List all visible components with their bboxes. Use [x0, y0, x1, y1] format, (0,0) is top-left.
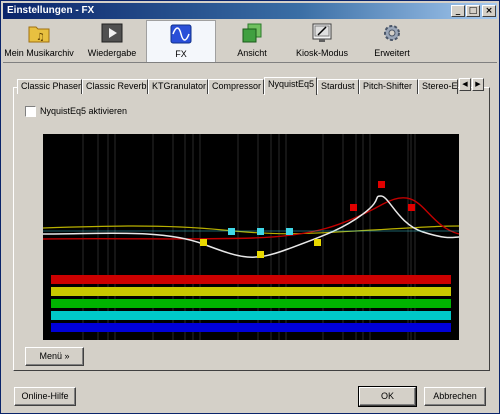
eq-band-blue [51, 323, 451, 332]
tab-classic-reverb[interactable]: Classic Reverb [82, 79, 148, 94]
tab-stardust[interactable]: Stardust [317, 79, 359, 94]
tab-compressor[interactable]: Compressor [208, 79, 264, 94]
toolbar-label: Wiedergabe [87, 48, 137, 58]
playback-icon [101, 23, 123, 43]
settings-window: Einstellungen - FX _ □ × ♫ Mein Musikarc… [0, 0, 500, 414]
kiosk-icon [312, 23, 332, 42]
view-icon [242, 23, 262, 43]
eq-handle-yellow [314, 239, 321, 246]
enable-eq-label: NyquistEq5 aktivieren [40, 106, 128, 116]
maximize-button[interactable]: □ [466, 5, 480, 17]
music-folder-icon: ♫ [28, 26, 50, 43]
menu-button[interactable]: Menü » [25, 347, 84, 366]
window-title: Einstellungen - FX [7, 5, 95, 16]
toolbar-item-view[interactable]: Ansicht [217, 20, 287, 62]
toolbar-label: Kiosk-Modus [295, 48, 349, 58]
tab-pitch-shifter[interactable]: Pitch-Shifter [359, 79, 418, 94]
toolbar-label: FX [175, 49, 187, 59]
enable-eq-checkbox[interactable] [25, 106, 36, 117]
waveform-icon [170, 24, 192, 44]
toolbar-item-playback[interactable]: Wiedergabe [77, 20, 147, 62]
settings-toolbar: ♫ Mein Musikarchiv Wiedergabe FX Ansicht [3, 20, 497, 63]
title-bar[interactable]: Einstellungen - FX _ □ × [3, 3, 497, 19]
eq-band-cyan [51, 311, 451, 320]
close-button[interactable]: × [482, 5, 496, 17]
eq-handle-yellow [257, 251, 264, 258]
tab-ktgranulator[interactable]: KTGranulator [148, 79, 208, 94]
eq-handle-cyan [286, 228, 293, 235]
toolbar-label: Erweitert [374, 48, 410, 58]
gear-icon [384, 25, 400, 41]
eq-band-green [51, 299, 451, 308]
eq-grid-lines [82, 134, 416, 340]
svg-text:♫: ♫ [36, 32, 45, 43]
eq-handle-cyan [257, 228, 264, 235]
tab-stereo[interactable]: Stereo-Ei [418, 79, 458, 94]
toolbar-item-fx[interactable]: FX [146, 20, 216, 62]
eq-handle-red [408, 204, 415, 211]
toolbar-label: Ansicht [237, 48, 267, 58]
eq-handle-cyan [228, 228, 235, 235]
ok-button[interactable]: OK [358, 386, 417, 407]
tab-classic-phaser[interactable]: Classic Phaser [17, 79, 82, 94]
equalizer-graph[interactable] [42, 134, 460, 340]
eq-handle-yellow [200, 239, 207, 246]
minimize-button[interactable]: _ [451, 5, 465, 17]
toolbar-label: Mein Musikarchiv [4, 48, 74, 58]
toolbar-item-music-library[interactable]: ♫ Mein Musikarchiv [3, 20, 75, 62]
toolbar-item-kiosk[interactable]: Kiosk-Modus [287, 20, 357, 62]
online-help-button[interactable]: Online-Hilfe [14, 387, 76, 406]
eq-band-red [51, 275, 451, 284]
tab-scroll-left-button[interactable]: ◀ [459, 78, 471, 91]
eq-handle-red [378, 181, 385, 188]
tab-scroll-right-button[interactable]: ▶ [472, 78, 484, 91]
equalizer-display[interactable] [42, 134, 460, 340]
eq-band-yellow [51, 287, 451, 296]
tab-nyquisteq5[interactable]: NyquistEq5 [264, 77, 317, 95]
toolbar-item-advanced[interactable]: Erweitert [357, 20, 427, 62]
fx-tabs: Classic Phaser Classic Reverb KTGranulat… [17, 77, 487, 95]
eq-handle-red [350, 204, 357, 211]
cancel-button[interactable]: Abbrechen [424, 387, 486, 406]
